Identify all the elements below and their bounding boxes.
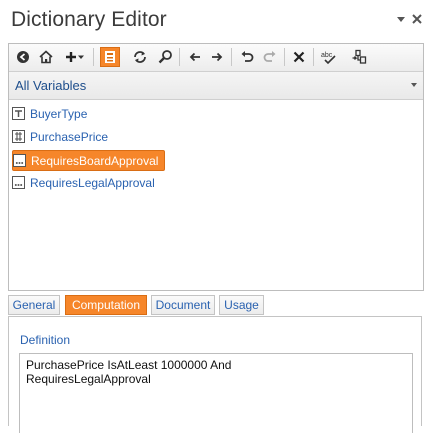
- variable-item-buyertype[interactable]: BuyerType: [12, 104, 93, 123]
- definition-editor[interactable]: PurchasePrice IsAtLeast 1000000 And Requ…: [19, 353, 413, 433]
- toolbar-separator: [179, 48, 180, 66]
- tab-computation[interactable]: Computation: [65, 295, 147, 315]
- variable-label: RequiresBoardApproval: [31, 153, 159, 168]
- spellcheck-icon[interactable]: abc: [319, 47, 339, 67]
- toolbar: abc: [9, 44, 423, 72]
- variable-item-purchaseprice[interactable]: PurchasePrice: [12, 127, 114, 146]
- svg-text:abc: abc: [321, 52, 333, 59]
- find-icon[interactable]: [155, 47, 175, 67]
- assign-icon[interactable]: [349, 47, 369, 67]
- variable-label: RequiresLegalApproval: [30, 175, 155, 190]
- delete-icon[interactable]: [289, 47, 309, 67]
- tab-usage[interactable]: Usage: [219, 295, 264, 315]
- definition-label: Definition: [20, 333, 71, 347]
- list-view-icon[interactable]: [100, 47, 120, 67]
- variable-item-requireslegalapproval[interactable]: RequiresLegalApproval: [12, 173, 161, 192]
- arrow-left-icon[interactable]: [185, 47, 205, 67]
- list-type-icon: [12, 107, 25, 120]
- redo-icon[interactable]: [260, 47, 280, 67]
- variable-label: BuyerType: [30, 106, 88, 121]
- close-icon[interactable]: [410, 12, 424, 26]
- refresh-icon[interactable]: [130, 47, 150, 67]
- undo-icon[interactable]: [237, 47, 257, 67]
- toolbar-separator: [231, 48, 232, 66]
- boolean-icon: [12, 176, 25, 189]
- add-dropdown-icon[interactable]: [75, 47, 87, 67]
- boolean-icon: [13, 154, 26, 167]
- variable-label: PurchasePrice: [30, 129, 109, 144]
- back-circle-icon[interactable]: [13, 47, 33, 67]
- variable-item-requiresboardapproval[interactable]: RequiresBoardApproval: [12, 150, 166, 171]
- tab-general[interactable]: General: [8, 295, 60, 315]
- currency-icon: [12, 130, 25, 143]
- chevron-down-icon: [411, 83, 417, 87]
- variable-filter-value: All Variables: [15, 78, 87, 93]
- toolbar-separator: [313, 48, 314, 66]
- variables-panel: abc All Variables BuyerType PurchasePric…: [8, 43, 424, 291]
- tab-document[interactable]: Document: [151, 295, 215, 315]
- arrow-right-icon[interactable]: [207, 47, 227, 67]
- toolbar-separator: [93, 48, 94, 66]
- window-title: Dictionary Editor: [11, 8, 167, 31]
- toolbar-separator: [284, 48, 285, 66]
- computation-panel: Definition PurchasePrice IsAtLeast 10000…: [8, 316, 422, 433]
- variable-filter-dropdown[interactable]: All Variables: [9, 72, 423, 100]
- home-icon[interactable]: [36, 47, 56, 67]
- dropdown-arrow-icon[interactable]: [394, 12, 408, 26]
